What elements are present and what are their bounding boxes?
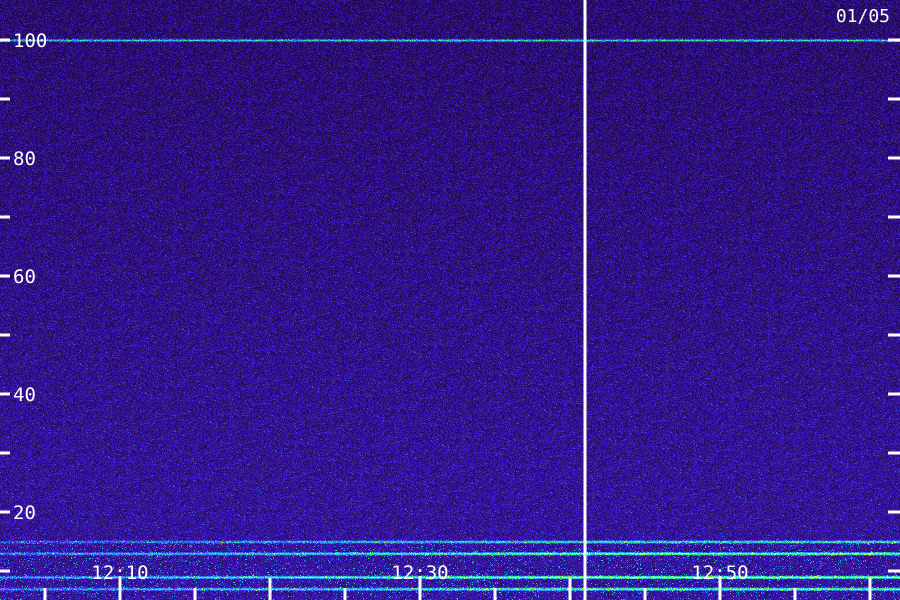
y-tick-label: 60 [13,266,36,288]
x-axis: 12:10 12:30 12:50 [43,562,872,600]
y-tick-label: 40 [13,384,36,406]
spectrogram-chart: 20 40 60 80 100 12:10 12:30 12:50 01/05 [0,0,900,600]
date-label: 01/05 [836,6,890,27]
x-tick-label: 12:10 [91,562,148,584]
y-tick-label: 20 [13,502,36,524]
y-tick-label: 80 [13,148,36,170]
y-axis: 20 40 60 80 100 [0,30,900,573]
x-tick-label: 12:50 [691,562,748,584]
y-tick-label: 100 [13,30,47,52]
x-tick-label: 12:30 [391,562,448,584]
axis-overlay: 20 40 60 80 100 12:10 12:30 12:50 01/05 [0,0,900,600]
